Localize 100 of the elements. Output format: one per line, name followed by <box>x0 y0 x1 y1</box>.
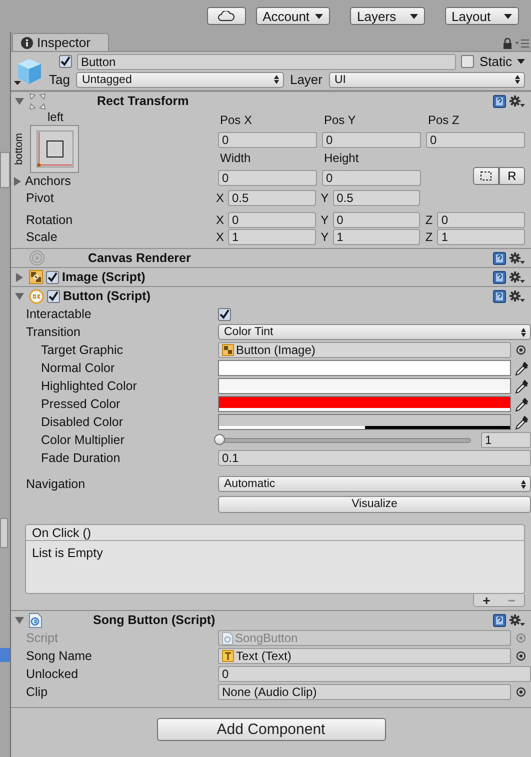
object-picker-icon[interactable] <box>516 687 526 697</box>
stepper-icon <box>521 480 526 488</box>
gear-icon[interactable] <box>509 252 525 264</box>
lock-icon[interactable] <box>503 38 512 49</box>
number-field[interactable]: 0 <box>426 132 525 148</box>
property-label: Navigation <box>26 477 86 491</box>
add-item-button[interactable]: + <box>474 594 499 606</box>
anchors-foldout[interactable]: Anchors <box>25 174 71 188</box>
number-field[interactable]: 0 <box>322 132 421 148</box>
property-label: Normal Color <box>41 361 116 375</box>
field-label: Pos Y <box>323 112 357 128</box>
property-label: Pressed Color <box>41 397 122 411</box>
visualize-button[interactable]: Visualize <box>218 496 531 512</box>
object-field[interactable]: Button (Image) <box>218 342 511 358</box>
number-field[interactable]: 1 <box>332 229 420 245</box>
help-book-icon[interactable] <box>493 94 506 108</box>
stepper-icon <box>274 75 279 84</box>
text-component-icon <box>222 650 234 662</box>
scrollbar-thumb[interactable] <box>0 518 8 548</box>
enabled-checkbox[interactable] <box>47 290 60 302</box>
number-field[interactable]: 0 <box>218 132 317 148</box>
dropdown[interactable]: Automatic <box>218 476 531 492</box>
gear-icon[interactable] <box>509 290 525 302</box>
number-field[interactable]: 0 <box>228 212 316 228</box>
property-label: Rotation <box>26 213 74 227</box>
eyedropper-icon[interactable] <box>514 396 528 412</box>
field-label: Pos Z <box>427 112 460 128</box>
menu-icon[interactable] <box>515 39 529 48</box>
gear-icon[interactable] <box>509 94 525 108</box>
eyedropper-icon[interactable] <box>514 360 528 376</box>
number-field[interactable]: 0 <box>218 666 531 682</box>
active-checkbox[interactable] <box>59 55 72 68</box>
object-field[interactable]: Text (Text) <box>218 648 511 664</box>
property-label: Fade Duration <box>41 451 122 465</box>
object-picker-icon[interactable] <box>516 345 526 355</box>
number-field[interactable]: 0.5 <box>332 190 420 206</box>
checkbox[interactable] <box>218 308 231 320</box>
gear-icon[interactable] <box>509 614 525 626</box>
axis-label: Y <box>320 191 330 205</box>
raw-edit-button[interactable]: R <box>499 167 525 186</box>
static-label: Static <box>479 54 512 69</box>
dropdown[interactable]: Color Tint <box>218 324 531 340</box>
eyedropper-icon[interactable] <box>514 378 528 394</box>
help-book-icon[interactable] <box>493 252 506 264</box>
event-header: On Click () <box>26 525 524 541</box>
help-book-icon[interactable] <box>493 270 506 284</box>
expanded-arrow-icon[interactable] <box>15 616 24 624</box>
tag-label: Tag <box>49 72 70 87</box>
layer-dropdown[interactable]: UI <box>328 72 525 88</box>
caret-icon <box>517 59 525 64</box>
property-label: Disabled Color <box>41 415 124 429</box>
expanded-arrow-icon[interactable] <box>15 96 24 106</box>
number-field[interactable]: 0 <box>332 212 420 228</box>
number-field[interactable]: 1 <box>481 432 531 448</box>
add-component-button[interactable]: Add Component <box>156 718 386 741</box>
number-field[interactable]: 0.1 <box>218 450 531 466</box>
axis-label: X <box>216 230 226 244</box>
inspector-tab[interactable]: Inspector <box>12 33 109 51</box>
component-header[interactable]: Button (Script) <box>11 286 531 305</box>
number-field[interactable]: 0 <box>218 170 317 186</box>
selection-highlight <box>0 648 10 662</box>
toolbar-dropdown[interactable]: Layout <box>444 7 520 25</box>
component-header[interactable]: Canvas Renderer <box>11 248 531 267</box>
gear-icon[interactable] <box>509 270 525 284</box>
anchor-label: bottom <box>13 132 25 166</box>
anchor-preset-button[interactable] <box>30 125 79 173</box>
number-field[interactable]: 0.5 <box>228 190 316 206</box>
static-checkbox[interactable] <box>461 55 474 68</box>
object-field[interactable]: None (Audio Clip) <box>218 684 511 700</box>
color-field[interactable] <box>218 378 511 394</box>
component-header[interactable]: Song Button (Script) <box>11 610 531 629</box>
enabled-checkbox[interactable] <box>46 270 59 284</box>
component-header[interactable]: Image (Script) <box>11 267 531 286</box>
toolbar-dropdown[interactable]: Layers <box>350 7 425 25</box>
property-label: Transition <box>26 325 82 339</box>
cloud-button[interactable] <box>207 7 246 25</box>
number-field[interactable]: 1 <box>228 229 316 245</box>
tag-dropdown[interactable]: Untagged <box>76 72 284 88</box>
color-field[interactable] <box>218 396 511 412</box>
blueprint-mode-button[interactable] <box>473 167 499 186</box>
number-field[interactable]: 1 <box>437 229 525 245</box>
property-label: Unlocked <box>26 667 80 681</box>
number-field[interactable]: 0 <box>322 170 421 186</box>
component-title: Rect Transform <box>97 94 190 108</box>
collapsed-arrow-icon[interactable] <box>15 272 24 282</box>
number-field[interactable]: 0 <box>437 212 525 228</box>
field-label: Width <box>219 151 252 166</box>
axis-label: Y <box>320 230 330 244</box>
collapsed-arrow-icon[interactable] <box>13 176 22 186</box>
color-field[interactable] <box>218 360 511 376</box>
color-field[interactable] <box>218 414 511 430</box>
help-book-icon[interactable] <box>493 290 506 302</box>
name-field[interactable]: Button <box>77 54 456 70</box>
expanded-arrow-icon[interactable] <box>15 292 24 300</box>
property-label: Highlighted Color <box>41 379 138 393</box>
property-label: Clip <box>26 685 49 699</box>
toolbar-dropdown[interactable]: Account <box>256 7 330 25</box>
help-book-icon[interactable] <box>493 614 506 626</box>
component-header[interactable]: Rect Transform <box>11 91 531 110</box>
eyedropper-icon[interactable] <box>514 414 528 430</box>
